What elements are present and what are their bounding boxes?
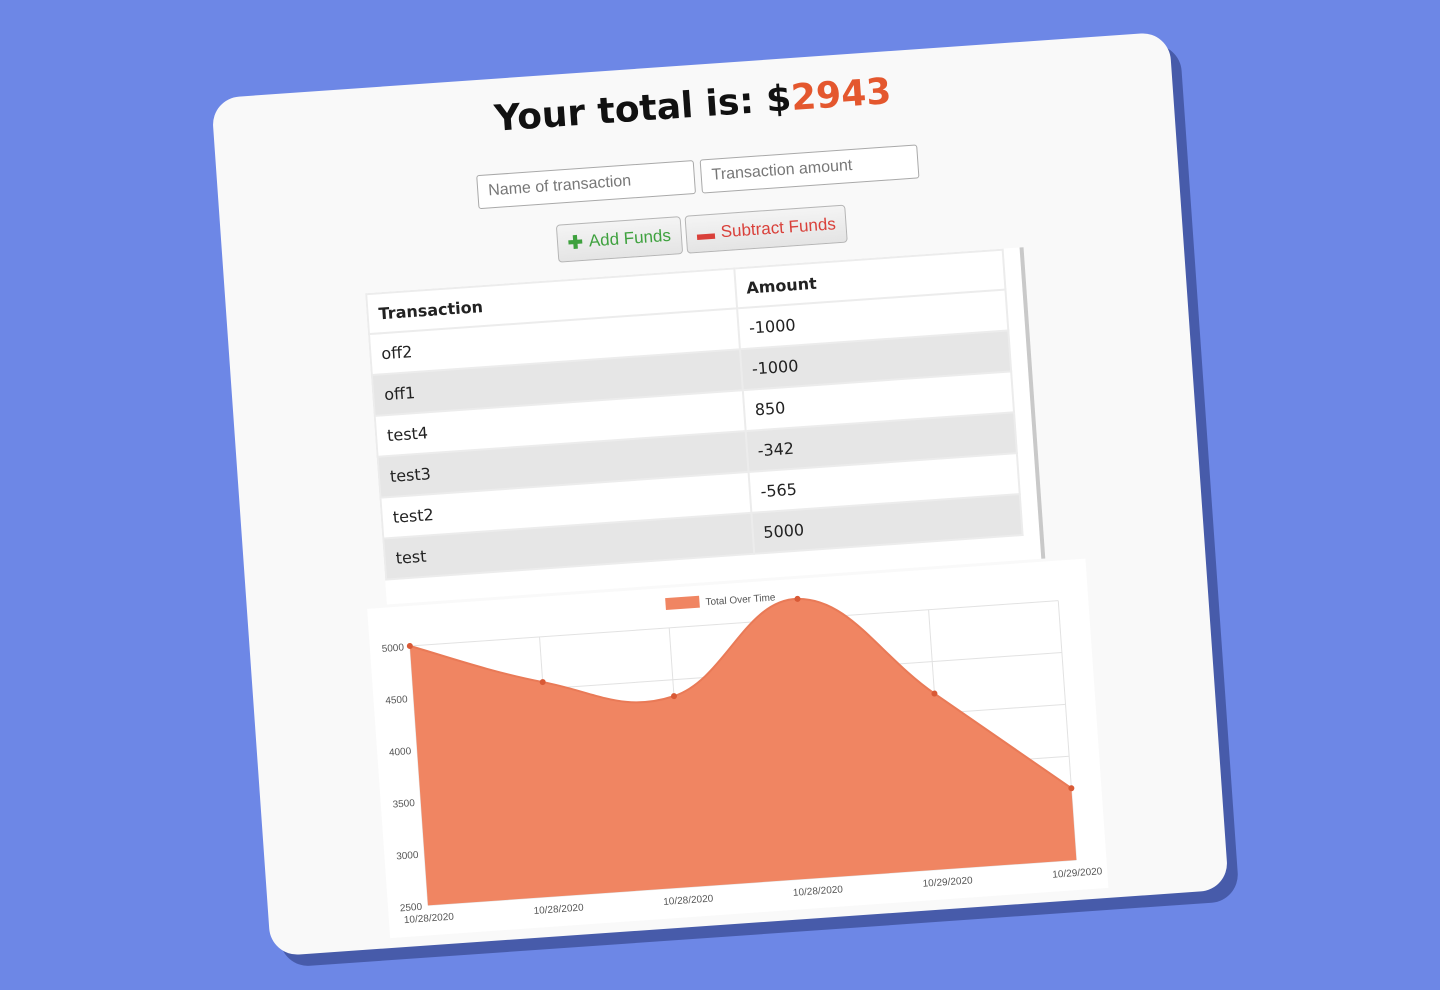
- transactions-table: Transaction Amount off2 -1000 off1 -1000…: [365, 249, 1024, 581]
- subtract-funds-label: Subtract Funds: [720, 214, 837, 242]
- plus-icon: ✚: [567, 231, 584, 253]
- subtract-funds-button[interactable]: ▬ Subtract Funds: [684, 204, 849, 254]
- x-tick-label: 10/29/2020: [922, 875, 973, 889]
- y-gridline: [409, 600, 1059, 647]
- transaction-name-input[interactable]: [476, 160, 697, 210]
- add-funds-label: Add Funds: [588, 225, 672, 251]
- y-tick-label: 4500: [385, 694, 408, 707]
- y-tick-label: 3000: [396, 850, 419, 863]
- x-tick-label: 10/28/2020: [663, 893, 714, 907]
- chart-svg: 2500 3000 3500 4000 4500 5000 10/28/2020 10/28/…: [381, 592, 1103, 926]
- total-prefix: Your total is: $: [493, 78, 793, 140]
- y-tick-label: 5000: [381, 642, 404, 655]
- y-tick-label: 3500: [392, 798, 415, 811]
- series-area: [409, 598, 1077, 906]
- x-tick-label: 10/28/2020: [793, 884, 844, 898]
- minus-icon: ▬: [696, 222, 716, 244]
- budget-card: Your total is: $2943 ✚ Add Funds ▬ Subtr…: [211, 31, 1229, 957]
- x-tick-label: 10/28/2020: [404, 912, 455, 926]
- transaction-amount-input[interactable]: [699, 144, 920, 194]
- x-tick-label: 10/28/2020: [533, 903, 584, 917]
- y-tick-label: 2500: [400, 902, 423, 915]
- total-amount: 2943: [789, 71, 893, 120]
- x-tick-label: 10/29/2020: [1052, 866, 1103, 880]
- y-tick-label: 4000: [389, 746, 412, 759]
- legend-swatch: [665, 595, 700, 611]
- legend-label: Total Over Time: [705, 592, 776, 608]
- total-over-time-chart: 2500 3000 3500 4000 4500 5000 10/28/2020 10/28/…: [367, 558, 1109, 939]
- add-funds-button[interactable]: ✚ Add Funds: [555, 216, 684, 263]
- transactions-table-scroll[interactable]: Transaction Amount off2 -1000 off1 -1000…: [365, 247, 1046, 605]
